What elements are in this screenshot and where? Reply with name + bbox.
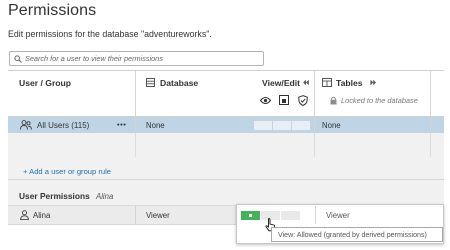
tables-role-value: None bbox=[322, 120, 341, 130]
capability-manage-cell[interactable] bbox=[281, 211, 300, 220]
user-permissions-label: User Permissions bbox=[19, 191, 90, 201]
col-database: Database bbox=[160, 78, 199, 88]
tables-lock-note: Locked to the database bbox=[341, 96, 418, 105]
capability-write-cell[interactable] bbox=[273, 120, 291, 130]
col-view-edit: View/Edit bbox=[262, 78, 301, 88]
column-divider bbox=[430, 117, 431, 133]
permission-tooltip: View: Allowed (granted by derived permis… bbox=[271, 227, 443, 242]
column-divider bbox=[135, 206, 136, 224]
shield-icon bbox=[298, 95, 308, 106]
group-icon bbox=[20, 120, 32, 130]
column-divider bbox=[430, 71, 431, 117]
capability-view-cell[interactable] bbox=[254, 120, 272, 130]
search-icon bbox=[14, 54, 22, 63]
column-divider bbox=[135, 117, 136, 133]
user-database-role: Viewer bbox=[146, 211, 170, 220]
user-permissions-header: User Permissions Alina bbox=[8, 179, 444, 205]
column-divider bbox=[314, 71, 315, 117]
capability-view-allowed[interactable] bbox=[241, 211, 260, 220]
rule-name: All Users (115) bbox=[37, 120, 90, 130]
column-divider bbox=[135, 71, 136, 117]
allowed-dot-icon bbox=[249, 214, 252, 217]
user-tables-role: Viewer bbox=[326, 211, 350, 220]
user-permissions-user: Alina bbox=[96, 191, 114, 201]
table-icon bbox=[322, 78, 332, 87]
permissions-header-row: User / Group Database View/Edit Tables L… bbox=[8, 70, 444, 117]
column-divider bbox=[314, 133, 315, 157]
column-divider bbox=[430, 133, 431, 157]
capability-manage-cell[interactable] bbox=[292, 120, 310, 130]
database-role-value[interactable]: None bbox=[146, 121, 165, 130]
column-divider bbox=[314, 117, 315, 133]
page-title: Permissions bbox=[8, 2, 97, 19]
page-subtitle: Edit permissions for the database "adven… bbox=[8, 29, 212, 39]
collapse-left-icon[interactable] bbox=[302, 79, 309, 86]
more-actions-button[interactable]: ••• bbox=[117, 120, 126, 129]
col-tables: Tables bbox=[336, 78, 363, 88]
col-user-group: User / Group bbox=[19, 78, 72, 88]
user-search-box[interactable] bbox=[9, 51, 264, 66]
add-rule-link[interactable]: + Add a user or group rule bbox=[23, 167, 111, 176]
view-eye-icon bbox=[260, 97, 271, 104]
column-divider bbox=[135, 133, 136, 157]
search-input[interactable] bbox=[25, 53, 261, 64]
user-icon bbox=[20, 210, 29, 220]
expand-right-icon[interactable] bbox=[370, 79, 377, 86]
write-icon bbox=[279, 95, 289, 105]
rule-row-all-users[interactable]: All Users (115) ••• None None bbox=[8, 117, 444, 133]
rules-panel: + Add a user or group rule bbox=[8, 133, 444, 179]
database-icon bbox=[146, 78, 155, 87]
user-name: Alina bbox=[33, 211, 51, 220]
lock-icon bbox=[330, 96, 337, 105]
column-divider bbox=[315, 206, 316, 224]
